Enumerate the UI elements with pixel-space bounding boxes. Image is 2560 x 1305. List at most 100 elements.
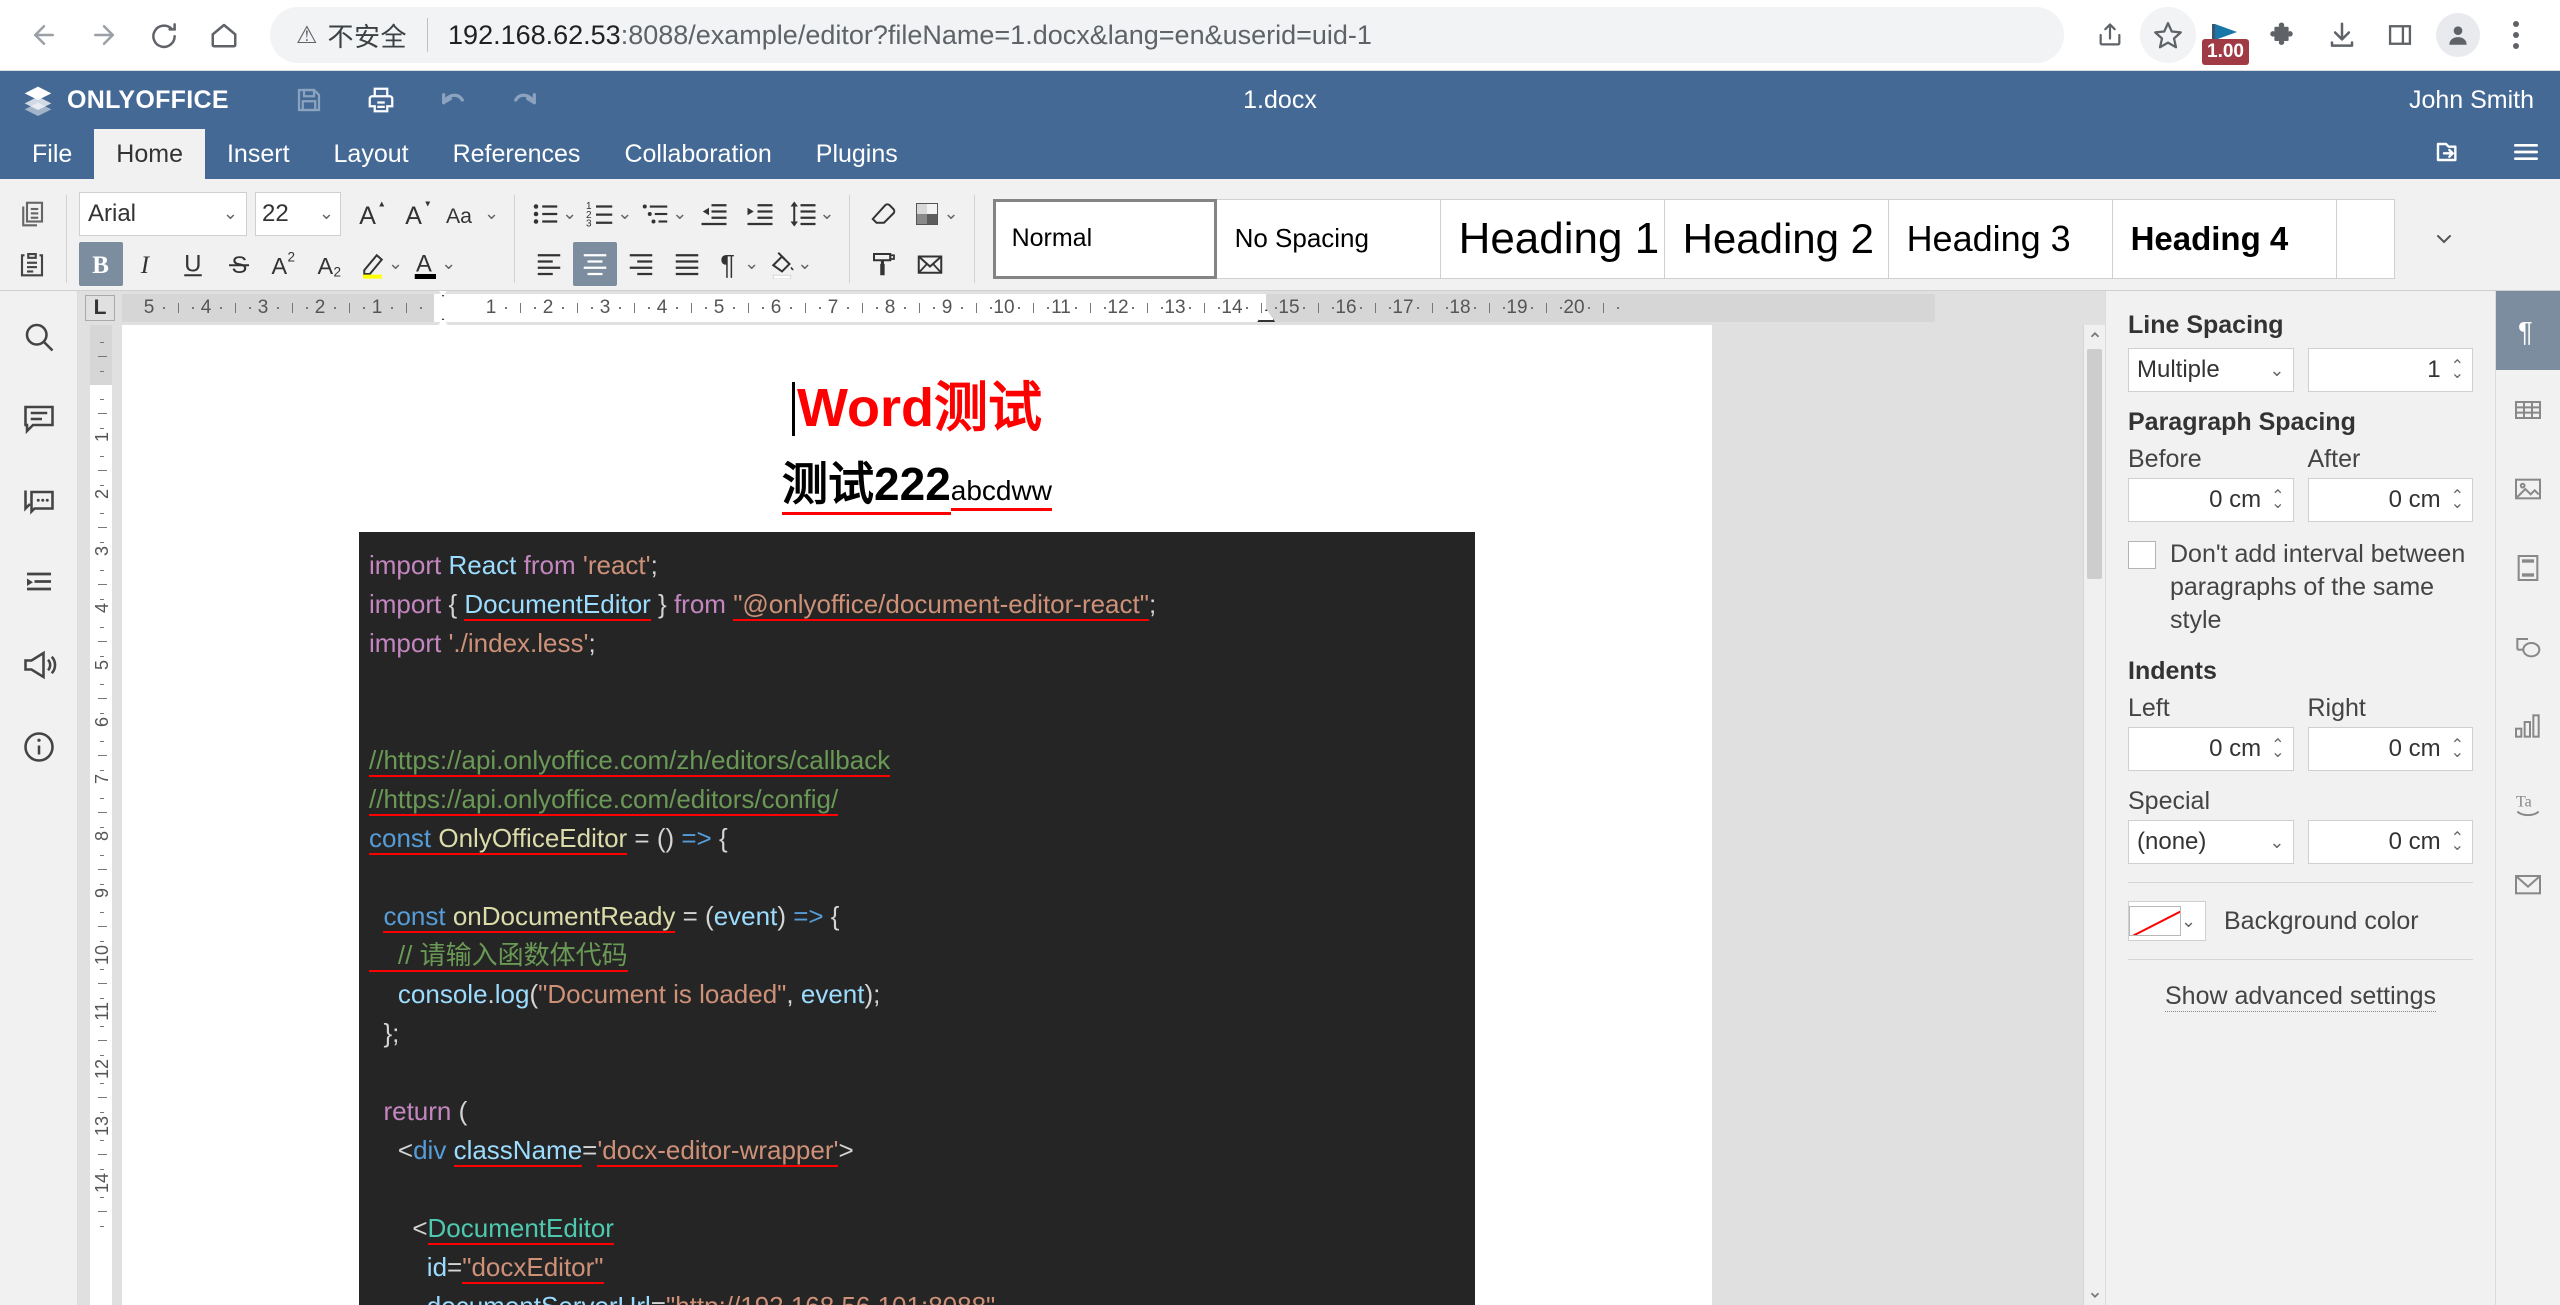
image-settings-button[interactable] [2496,449,2560,528]
tab-layout[interactable]: Layout [312,129,431,179]
expand-styles-button[interactable] [2394,198,2475,279]
special-indent-select[interactable]: (none) ⌄ [2128,820,2294,864]
tab-references[interactable]: References [431,129,603,179]
extensions-button[interactable] [2256,7,2312,63]
sidebar-item-search[interactable] [15,313,63,361]
line-spacing-mode-select[interactable]: Multiple ⌄ [2128,348,2294,392]
clear-style-button[interactable] [862,192,906,236]
align-center-button[interactable] [573,241,618,286]
align-left-button[interactable] [527,242,571,286]
sidebar-item-chat[interactable] [15,477,63,525]
formatting-marks-button[interactable]: ¶ ⌄ [711,242,762,286]
superscript-button[interactable]: A2 [263,242,307,286]
tab-collaboration[interactable]: Collaboration [602,129,793,179]
bold-button[interactable]: B [79,241,123,286]
increase-font-size-button[interactable]: A [351,192,395,236]
copy-style-button[interactable] [862,242,906,286]
background-color-picker[interactable]: ⌄ [2128,901,2206,941]
undo-button[interactable] [433,80,473,120]
justify-button[interactable] [665,242,709,286]
print-button[interactable] [361,80,401,120]
tab-plugins[interactable]: Plugins [794,129,920,179]
onlyoffice-logo[interactable]: ONLYOFFICE [22,84,229,116]
tab-stop-selector[interactable]: L [78,291,122,325]
document-vertical-scrollbar[interactable] [2083,324,2105,1305]
line-spacing-button[interactable]: ⌄ [784,192,837,236]
side-panel-button[interactable] [2372,7,2428,63]
document-page[interactable]: Word测试 测试222abcdww import React from 're… [122,324,1712,1305]
style-heading-3[interactable]: Heading 3 [1888,198,2113,279]
decrease-font-size-button[interactable]: A [397,192,441,236]
save-button[interactable] [289,80,329,120]
stepper-arrows-icon[interactable]: ⌃ ⌄ [2271,489,2284,512]
indent-left-stepper[interactable]: 0 cm ⌃ ⌄ [2128,727,2294,771]
borders-button[interactable]: ⌄ [908,192,961,236]
style-heading-2[interactable]: Heading 2 [1664,198,1889,279]
text-art-settings-button[interactable]: Ta [2496,765,2560,844]
table-settings-button[interactable] [2496,370,2560,449]
shape-settings-button[interactable] [2496,607,2560,686]
numbered-list-button[interactable]: 123 ⌄ [582,192,635,236]
spacing-after-stepper[interactable]: 0 cm ⌃ ⌄ [2307,478,2473,522]
paragraph-shading-button[interactable]: ⌄ [764,242,815,286]
align-right-button[interactable] [619,242,663,286]
indent-right-stepper[interactable]: 0 cm ⌃ ⌄ [2307,727,2473,771]
tab-insert[interactable]: Insert [205,129,312,179]
open-file-location-button[interactable] [2434,136,2466,173]
bookmark-button[interactable] [2140,7,2196,63]
font-size-select[interactable]: 22 ⌄ [255,191,341,236]
scroll-up-button[interactable] [2084,325,2105,345]
security-indicator[interactable]: ⚠ 不安全 [296,17,407,54]
back-button[interactable] [16,7,72,63]
dont-add-interval-row[interactable]: Don't add interval between paragraphs of… [2128,538,2473,637]
font-family-select[interactable]: Arial ⌄ [79,191,247,236]
stepper-arrows-icon[interactable]: ⌃ ⌄ [2451,489,2464,512]
sidebar-item-headings[interactable] [15,559,63,607]
profile-button[interactable] [2430,7,2486,63]
chart-settings-button[interactable] [2496,686,2560,765]
scrollbar-thumb[interactable] [2087,348,2102,579]
vertical-ruler[interactable]: 1 2 3 4 5 6 7 8 9 10 11 12 13 14 [78,324,122,1305]
line-spacing-value-stepper[interactable]: 1 ⌃ ⌄ [2307,348,2473,392]
style-no-spacing[interactable]: No Spacing [1216,198,1441,279]
change-case-button[interactable]: Aa ⌄ [443,192,502,236]
sidebar-item-comments[interactable] [15,395,63,443]
bulleted-list-button[interactable]: ⌄ [527,192,580,236]
stepper-arrows-icon[interactable]: ⌃ ⌄ [2271,738,2284,761]
style-normal[interactable]: Normal [992,198,1217,279]
underline-button[interactable]: U [171,242,215,286]
browser-menu-button[interactable] [2488,7,2544,63]
reload-button[interactable] [136,7,192,63]
spacing-before-stepper[interactable]: 0 cm ⌃ ⌄ [2128,478,2294,522]
stepper-arrows-icon[interactable]: ⌃ ⌄ [2451,831,2464,854]
style-heading-1[interactable]: Heading 1 [1440,198,1665,279]
tab-file[interactable]: File [10,129,94,179]
address-bar[interactable]: ⚠ 不安全 192.168.62.53:8088/example/editor?… [270,7,2064,63]
multilevel-list-button[interactable]: ⌄ [637,192,690,236]
code-block[interactable]: import React from 'react'; import { Docum… [359,531,1475,1305]
decrease-indent-button[interactable] [692,192,736,236]
special-by-stepper[interactable]: 0 cm ⌃ ⌄ [2307,820,2473,864]
home-button[interactable] [196,7,252,63]
highlight-color-button[interactable]: ⌄ [355,242,406,286]
subscript-button[interactable]: A2 [309,242,353,286]
italic-button[interactable]: I [125,242,169,286]
strikethrough-button[interactable]: S [217,242,261,286]
font-color-button[interactable]: A ⌄ [408,242,459,286]
scroll-down-button[interactable] [2084,1285,2105,1305]
paragraph-settings-button[interactable]: ¶ [2495,291,2560,370]
mail-merge-settings-button[interactable] [2496,844,2560,923]
horizontal-ruler[interactable]: 5 4 3 2 1 1 2 3 4 5 6 7 8 9 10 11 12 13 14 15 16 17 18 19 20 [122,291,1935,343]
view-settings-button[interactable] [2510,136,2542,173]
increase-indent-button[interactable] [738,192,782,236]
paste-button[interactable] [10,242,54,286]
share-button[interactable] [2082,7,2138,63]
redo-button[interactable] [505,80,545,120]
forward-button[interactable] [76,7,132,63]
show-advanced-settings-link[interactable]: Show advanced settings [2164,982,2436,1012]
mail-merge-button[interactable] [908,242,952,286]
sidebar-item-about[interactable] [15,723,63,771]
sidebar-item-feedback[interactable] [15,641,63,689]
header-footer-settings-button[interactable] [2496,528,2560,607]
stepper-arrows-icon[interactable]: ⌃ ⌄ [2451,738,2464,761]
